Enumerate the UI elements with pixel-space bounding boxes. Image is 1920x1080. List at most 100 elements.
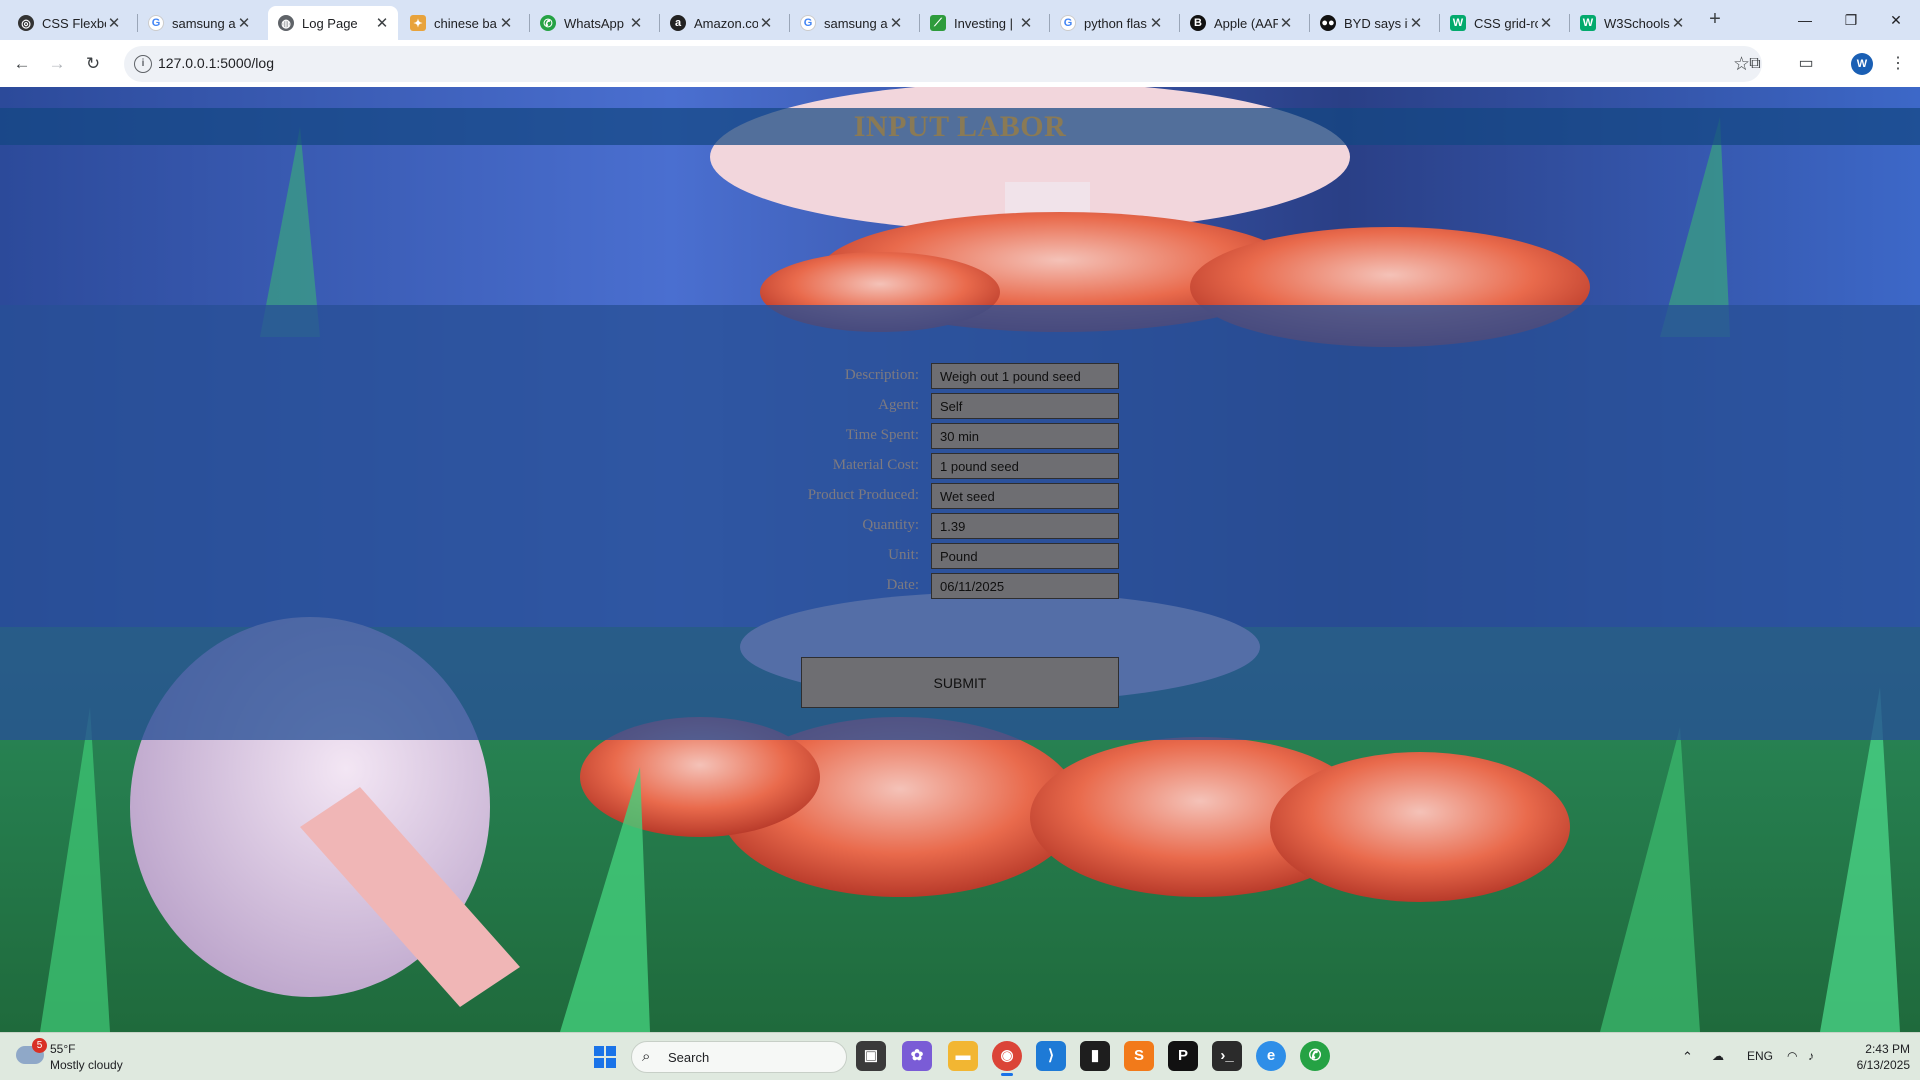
close-icon[interactable]: ✕ <box>374 14 390 32</box>
tab-title: Apple (AAP <box>1214 15 1278 31</box>
product-produced-label: Product Produced: <box>807 487 919 503</box>
browser-tab[interactable]: B Apple (AAP ✕ <box>1180 6 1302 40</box>
close-icon[interactable]: ✕ <box>1278 14 1294 32</box>
url-text[interactable]: 127.0.0.1:5000/log <box>158 55 274 71</box>
close-icon[interactable]: ✕ <box>106 14 122 32</box>
tab-title: chinese ba <box>434 15 497 31</box>
browser-tab-active[interactable]: ◍ Log Page ✕ <box>268 6 398 40</box>
taskbar-search[interactable]: ⌕ Search <box>631 1041 847 1073</box>
close-icon[interactable]: ✕ <box>498 14 514 32</box>
amazon-icon: a <box>670 15 686 31</box>
vscode-icon[interactable]: ⟩ <box>1036 1041 1066 1071</box>
form-row-unit: Unit: <box>0 543 1920 569</box>
wifi-icon[interactable]: ◠ <box>1787 1049 1797 1063</box>
form-row-time-spent: Time Spent: <box>0 423 1920 449</box>
browser-tab[interactable]: ✆ WhatsApp ✕ <box>530 6 652 40</box>
sublime-icon[interactable]: S <box>1124 1041 1154 1071</box>
date-label: Date: <box>886 577 919 593</box>
windows-start-icon[interactable] <box>594 1046 616 1068</box>
unit-input[interactable] <box>931 543 1119 569</box>
form-row-agent: Agent: <box>0 393 1920 419</box>
google-icon: G <box>148 15 164 31</box>
unit-label: Unit: <box>888 547 919 563</box>
restore-button[interactable]: ❐ <box>1831 6 1871 34</box>
browser-tab[interactable]: W CSS grid-ro ✕ <box>1440 6 1562 40</box>
volume-icon[interactable]: ♪ <box>1808 1049 1814 1063</box>
tab-title: Investing | <box>954 15 1014 31</box>
browser-tab[interactable]: G samsung a ✕ <box>790 6 912 40</box>
date-input[interactable] <box>931 573 1119 599</box>
weather-condition: Mostly cloudy <box>50 1058 123 1072</box>
reload-button[interactable]: ↻ <box>79 50 107 78</box>
onedrive-off-icon[interactable]: ☁ <box>1712 1049 1724 1063</box>
close-icon[interactable]: ✕ <box>1018 14 1034 32</box>
copilot-icon[interactable]: ✿ <box>902 1041 932 1071</box>
chrome-icon[interactable]: ◉ <box>992 1041 1022 1076</box>
material-cost-input[interactable] <box>931 453 1119 479</box>
site-info-icon[interactable]: i <box>134 55 152 73</box>
close-icon[interactable]: ✕ <box>236 14 252 32</box>
terminal-icon[interactable]: ▮ <box>1080 1041 1110 1071</box>
browser-tab[interactable]: ●● BYD says it ✕ <box>1310 6 1432 40</box>
browser-tab[interactable]: ✦ chinese ba ✕ <box>400 6 522 40</box>
extensions-icon[interactable]: ⧉ <box>1742 51 1768 77</box>
w3schools-icon: W <box>1580 15 1596 31</box>
file-explorer-icon[interactable]: ▬ <box>948 1041 978 1071</box>
task-view-icon[interactable]: ▣ <box>856 1041 886 1071</box>
minimize-button[interactable]: — <box>1785 6 1825 34</box>
back-button[interactable]: ← <box>8 50 36 78</box>
description-label: Description: <box>844 367 919 383</box>
product-produced-input[interactable] <box>931 483 1119 509</box>
clock-date: 6/13/2025 <box>1856 1058 1910 1072</box>
investing-icon: ⟋ <box>930 15 946 31</box>
description-input[interactable] <box>931 363 1119 389</box>
browser-tab[interactable]: W W3Schools ✕ <box>1570 6 1694 40</box>
close-icon[interactable]: ✕ <box>758 14 774 32</box>
system-clock[interactable]: 2:43 PM 6/13/2025 <box>1840 1041 1910 1073</box>
address-bar[interactable]: i 127.0.0.1:5000/log ☆ <box>124 46 1762 82</box>
tab-title: Log Page <box>302 15 358 31</box>
close-window-button[interactable]: ✕ <box>1876 6 1916 34</box>
css-icon: ◎ <box>18 15 34 31</box>
google-icon: G <box>1060 15 1076 31</box>
tab-title: samsung a <box>172 15 236 31</box>
form-row-quantity: Quantity: <box>0 513 1920 539</box>
forward-button[interactable]: → <box>43 50 71 78</box>
close-icon[interactable]: ✕ <box>1148 14 1164 32</box>
pycharm-icon[interactable]: P <box>1168 1041 1198 1071</box>
weather-temp: 55°F <box>50 1042 76 1056</box>
close-icon[interactable]: ✕ <box>888 14 904 32</box>
whatsapp-icon[interactable]: ✆ <box>1300 1041 1330 1071</box>
close-icon[interactable]: ✕ <box>1538 14 1554 32</box>
agent-input[interactable] <box>931 393 1119 419</box>
tab-title: python flas <box>1084 15 1147 31</box>
browser-tab[interactable]: a Amazon.co ✕ <box>660 6 782 40</box>
close-icon[interactable]: ✕ <box>1408 14 1424 32</box>
tab-title: W3Schools <box>1604 15 1670 31</box>
notification-badge: 5 <box>32 1038 47 1053</box>
edge-icon[interactable]: e <box>1256 1041 1286 1071</box>
new-tab-button[interactable]: + <box>1703 8 1727 32</box>
quantity-input[interactable] <box>931 513 1119 539</box>
tab-title: Amazon.co <box>694 15 758 31</box>
gemini-icon: ✦ <box>410 15 426 31</box>
browser-tab[interactable]: G python flas ✕ <box>1050 6 1172 40</box>
close-icon[interactable]: ✕ <box>1670 14 1686 32</box>
browser-tab[interactable]: ⟋ Investing | ✕ <box>920 6 1042 40</box>
browser-tab[interactable]: G samsung a ✕ <box>138 6 260 40</box>
menu-kebab-icon[interactable]: ⋮ <box>1885 51 1911 77</box>
tab-title: CSS grid-ro <box>1474 15 1538 31</box>
submit-button[interactable]: SUBMIT <box>801 657 1119 708</box>
tab-title: CSS Flexbox <box>42 15 106 31</box>
time-spent-input[interactable] <box>931 423 1119 449</box>
language-indicator[interactable]: ENG <box>1747 1049 1773 1063</box>
chevron-up-icon[interactable]: ⌃ <box>1682 1049 1693 1065</box>
close-icon[interactable]: ✕ <box>628 14 644 32</box>
w3schools-icon: W <box>1450 15 1466 31</box>
side-panel-icon[interactable]: ▭ <box>1793 51 1819 77</box>
clock-time: 2:43 PM <box>1865 1042 1910 1056</box>
command-prompt-icon[interactable]: ›_ <box>1212 1041 1242 1071</box>
weather-widget[interactable]: 5 55°F Mostly cloudy <box>16 1038 156 1076</box>
profile-avatar[interactable]: W <box>1851 53 1873 75</box>
browser-tab[interactable]: ◎ CSS Flexbox ✕ <box>8 6 130 40</box>
